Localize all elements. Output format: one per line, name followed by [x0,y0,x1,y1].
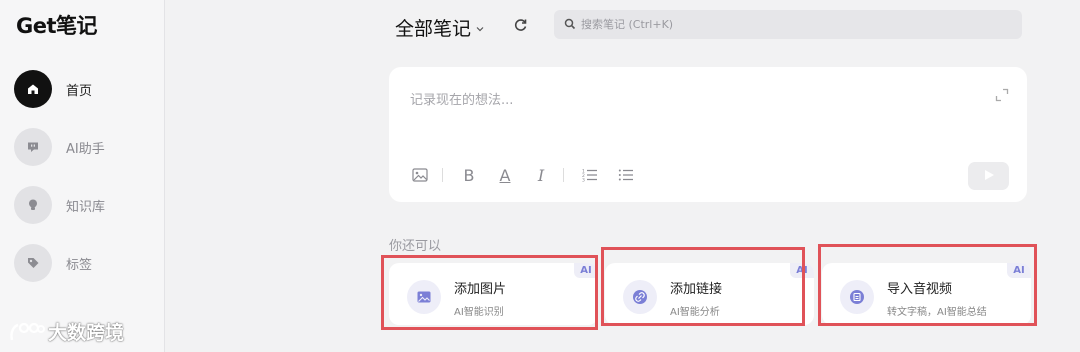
card-subtitle: AI智能分析 [670,307,720,318]
italic-icon[interactable]: I [531,165,551,185]
media-file-icon [840,280,874,314]
page-title: 全部笔记 [395,18,472,40]
import-media-card[interactable]: 导入音视频 转文字稿，AI智能总结 AI [822,263,1031,325]
watermark: 大数跨境 [8,318,124,345]
ai-badge: AI [1007,263,1031,278]
editor-toolbar: B A I 123 [410,165,652,185]
font-color-icon[interactable]: A [495,165,515,185]
card-subtitle: 转文字稿，AI智能总结 [887,307,987,318]
home-icon [14,70,52,108]
add-link-card[interactable]: 添加链接 AI智能分析 AI [605,263,814,325]
sidebar-item-home[interactable]: 首页 [14,69,154,109]
toolbar-divider [563,168,564,182]
card-title: 添加链接 [670,282,723,297]
add-image-card[interactable]: 添加图片 AI智能识别 AI [389,263,598,325]
sidebar-item-label: AI助手 [66,141,105,157]
card-title: 添加图片 [454,282,507,297]
sidebar-item-label: 标签 [66,257,93,273]
sidebar-item-ai-assistant[interactable]: AI助手 [14,127,154,167]
suggestions-heading: 你还可以 [389,239,442,254]
search-input[interactable] [581,18,981,31]
app-logo[interactable]: Get笔记 [16,10,98,40]
send-icon [982,167,996,186]
card-title: 导入音视频 [887,282,953,297]
sidebar: Get笔记 首页 AI助手 知识库 标签 大数跨境 [0,0,165,352]
watermark-text: 大数跨境 [48,322,125,344]
svg-text:3: 3 [582,178,585,183]
sidebar-item-label: 首页 [66,83,93,99]
ordered-list-icon[interactable]: 123 [580,165,600,185]
watermark-logo-icon [10,322,45,340]
note-editor: B A I 123 [389,67,1027,202]
image-icon[interactable] [410,165,430,185]
sidebar-item-knowledge-base[interactable]: 知识库 [14,185,154,225]
card-subtitle: AI智能识别 [454,307,504,318]
lightbulb-icon [14,186,52,224]
bullet-list-icon[interactable] [616,165,636,185]
bold-icon[interactable]: B [459,165,479,185]
notes-filter-dropdown[interactable]: 全部笔记 [395,14,485,41]
expand-icon[interactable] [995,87,1009,102]
search-icon [564,15,576,34]
note-input[interactable] [410,89,970,139]
refresh-icon[interactable] [512,16,530,34]
ai-badge: AI [574,263,598,278]
picture-icon [407,280,441,314]
sidebar-item-tags[interactable]: 标签 [14,243,154,283]
search-bar[interactable] [554,10,1022,39]
tag-icon [14,244,52,282]
toolbar-divider [442,168,443,182]
chevron-down-icon [475,17,485,39]
chat-bot-icon [14,128,52,166]
link-icon [623,280,657,314]
ai-badge: AI [790,263,814,278]
sidebar-item-label: 知识库 [66,199,106,215]
send-button[interactable] [968,162,1009,190]
